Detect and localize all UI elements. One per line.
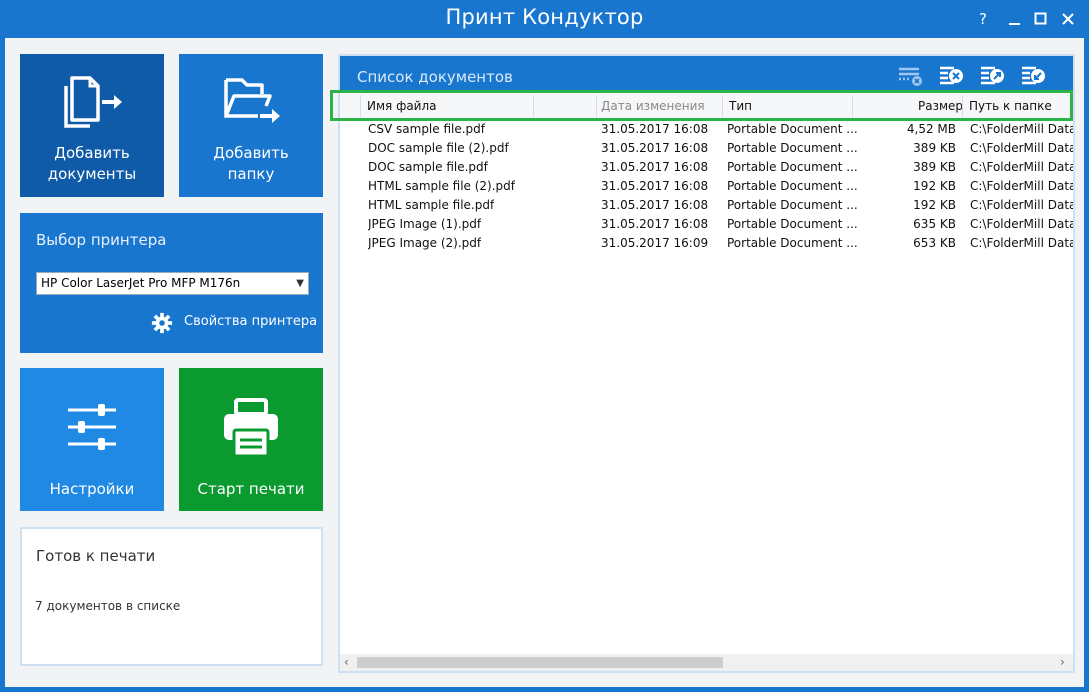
cell-type: Portable Document ... <box>727 160 858 174</box>
cell-name: HTML sample file (2).pdf <box>368 179 516 193</box>
list-clear-icon[interactable] <box>897 65 925 87</box>
cell-date: 31.05.2017 16:08 <box>601 217 709 231</box>
table-row[interactable]: HTML sample file.pdf 31.05.2017 16:08 Po… <box>340 196 1073 215</box>
table-row[interactable]: JPEG Image (1).pdf 31.05.2017 16:08 Port… <box>340 215 1073 234</box>
printer-icon <box>224 398 278 458</box>
scrollbar-thumb[interactable] <box>357 657 723 668</box>
printer-panel-title: Выбор принтера <box>36 231 167 249</box>
cell-name: CSV sample file.pdf <box>368 122 486 136</box>
cell-name: DOC sample file.pdf <box>368 160 488 174</box>
cell-type: Portable Document ... <box>727 236 858 250</box>
cell-date: 31.05.2017 16:08 <box>601 160 709 174</box>
add-documents-icon <box>64 76 122 128</box>
close-icon <box>1062 13 1074 25</box>
cell-type: Portable Document ... <box>727 122 858 136</box>
cell-date: 31.05.2017 16:08 <box>601 141 709 155</box>
maximize-icon <box>1034 12 1047 25</box>
settings-label: Настройки <box>49 480 135 498</box>
add-documents-label: Добавить документы <box>47 144 137 183</box>
cell-name: JPEG Image (1).pdf <box>368 217 482 231</box>
cell-name: JPEG Image (2).pdf <box>368 236 482 250</box>
add-folder-button[interactable]: Добавить папку <box>179 54 323 197</box>
cell-path: C:\FolderMill Data\ <box>970 141 1073 155</box>
minimize-button[interactable] <box>1003 8 1027 30</box>
table-row[interactable]: JPEG Image (2).pdf 31.05.2017 16:09 Port… <box>340 234 1073 253</box>
cell-path: C:\FolderMill Data\ <box>970 179 1073 193</box>
status-text: Готов к печати <box>36 547 156 565</box>
cell-size: 4,52 MB <box>906 122 956 136</box>
list-export-icon[interactable] <box>979 65 1007 87</box>
cell-path: C:\FolderMill Data\ <box>970 217 1073 231</box>
column-header-highlight <box>330 90 1073 121</box>
window-title: Принт Кондуктор <box>445 5 644 29</box>
document-list-panel: Список документов Имя файла Дата изменен… <box>338 54 1075 673</box>
document-list-title: Список документов <box>357 68 513 86</box>
cell-size: 635 KB <box>913 217 956 231</box>
start-print-label: Старт печати <box>197 480 305 498</box>
add-folder-label: Добавить папку <box>213 144 289 183</box>
printer-select-value: HP Color LaserJet Pro MFP M176n <box>41 276 241 290</box>
cell-date: 31.05.2017 16:08 <box>601 198 709 212</box>
cell-size: 389 KB <box>913 141 956 155</box>
cell-date: 31.05.2017 16:09 <box>601 236 709 250</box>
status-panel: Готов к печати 7 документов в списке <box>20 527 323 666</box>
table-row[interactable]: DOC sample file.pdf 31.05.2017 16:08 Por… <box>340 158 1073 177</box>
cell-date: 31.05.2017 16:08 <box>601 179 709 193</box>
cell-path: C:\FolderMill Data\ <box>970 198 1073 212</box>
scroll-right-icon[interactable]: › <box>1060 655 1065 669</box>
cell-name: HTML sample file.pdf <box>368 198 495 212</box>
printer-properties-label: Свойства принтера <box>184 314 318 329</box>
cell-path: C:\FolderMill Data\ <box>970 236 1073 250</box>
cell-type: Portable Document ... <box>727 179 858 193</box>
settings-sliders-icon <box>68 404 116 450</box>
table-row[interactable]: HTML sample file (2).pdf 31.05.2017 16:0… <box>340 177 1073 196</box>
table-row[interactable]: CSV sample file.pdf 31.05.2017 16:08 Por… <box>340 120 1073 139</box>
start-print-button[interactable]: Старт печати <box>179 368 323 511</box>
document-rows: CSV sample file.pdf 31.05.2017 16:08 Por… <box>340 120 1073 253</box>
cell-size: 389 KB <box>913 160 956 174</box>
cell-path: C:\FolderMill Data\ <box>970 160 1073 174</box>
printer-select[interactable]: HP Color LaserJet Pro MFP M176n ▼ <box>36 272 309 295</box>
horizontal-scrollbar[interactable]: ‹ › <box>340 654 1073 671</box>
add-documents-button[interactable]: Добавить документы <box>20 54 164 197</box>
help-button[interactable]: ? <box>971 8 995 30</box>
main-area: Добавить документы Добавить папку Выбор … <box>5 38 1084 687</box>
cell-size: 192 KB <box>913 179 956 193</box>
settings-button[interactable]: Настройки <box>20 368 164 511</box>
cell-path: C:\FolderMill Data\ <box>970 122 1073 136</box>
add-folder-icon <box>224 78 280 123</box>
cell-name: DOC sample file (2).pdf <box>368 141 509 155</box>
title-bar: Принт Кондуктор ? <box>0 0 1089 38</box>
list-remove-icon[interactable] <box>938 65 966 87</box>
cell-type: Portable Document ... <box>727 198 858 212</box>
cell-type: Portable Document ... <box>727 217 858 231</box>
close-button[interactable] <box>1056 8 1080 30</box>
table-row[interactable]: DOC sample file (2).pdf 31.05.2017 16:08… <box>340 139 1073 158</box>
document-list-header: Список документов <box>340 56 1073 93</box>
gear-icon <box>151 312 173 334</box>
minimize-icon <box>1009 23 1020 25</box>
document-count: 7 документов в списке <box>35 599 181 613</box>
scroll-left-icon[interactable]: ‹ <box>344 655 349 669</box>
cell-type: Portable Document ... <box>727 141 858 155</box>
cell-size: 653 KB <box>913 236 956 250</box>
chevron-down-icon: ▼ <box>296 278 304 289</box>
cell-date: 31.05.2017 16:08 <box>601 122 709 136</box>
cell-size: 192 KB <box>913 198 956 212</box>
printer-panel: Выбор принтера HP Color LaserJet Pro MFP… <box>20 213 323 353</box>
list-import-icon[interactable] <box>1020 65 1048 87</box>
maximize-button[interactable] <box>1029 8 1053 30</box>
